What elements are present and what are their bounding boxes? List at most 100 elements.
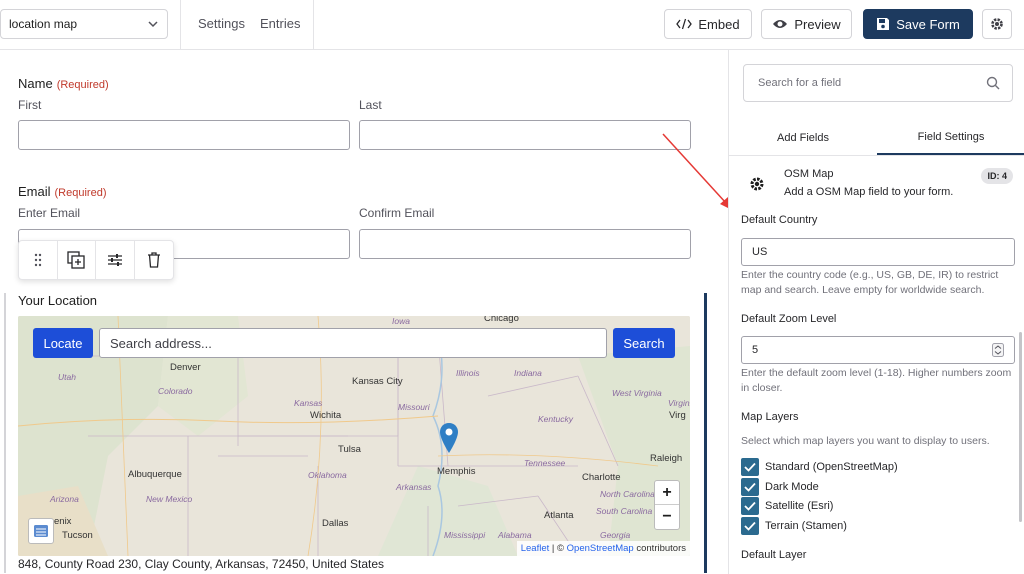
sidebar-scrollbar[interactable]: [1019, 332, 1022, 522]
gear-icon: [750, 177, 764, 191]
map-label: Tennessee: [524, 458, 566, 468]
gear-button[interactable]: [982, 9, 1012, 39]
check-icon: [744, 521, 756, 531]
attrib-contrib: contributors: [633, 543, 686, 554]
map-layers-help: Select which map layers you want to disp…: [741, 435, 990, 447]
map-label: Illinois: [456, 368, 480, 378]
map-label: Dallas: [322, 518, 349, 529]
osm-map[interactable]: Iowa Chicago Utah Colorado Denver Kansas…: [18, 316, 690, 556]
duplicate-icon: [67, 251, 85, 269]
enter-email-label: Enter Email: [18, 206, 81, 220]
preview-button[interactable]: Preview: [761, 9, 852, 39]
map-label: Raleigh: [650, 453, 683, 464]
field-left-border: [4, 293, 6, 573]
field-id-badge: ID: 4: [981, 168, 1013, 184]
default-country-input[interactable]: US: [741, 238, 1015, 266]
osm-link[interactable]: OpenStreetMap: [567, 543, 634, 554]
save-icon: [877, 18, 890, 30]
map-attribution: Leaflet | © OpenStreetMap contributors: [516, 541, 690, 556]
map-label: Tulsa: [338, 444, 361, 455]
name-field-label: Name (Required): [18, 76, 109, 91]
checkbox-checked[interactable]: [741, 497, 759, 515]
search-icon: [986, 76, 1000, 90]
confirm-email-input[interactable]: [359, 229, 691, 259]
map-label: Colorado: [158, 386, 193, 396]
check-icon: [744, 482, 756, 492]
field-type-desc: Add a OSM Map field to your form.: [784, 186, 954, 198]
layers-button[interactable]: [28, 518, 54, 544]
zoom-control: + −: [654, 480, 680, 530]
map-label: Tucson: [62, 530, 93, 541]
map-label: Denver: [170, 362, 201, 373]
drag-handle[interactable]: [19, 241, 58, 279]
layer-option-dark[interactable]: Dark Mode: [741, 478, 819, 496]
layer-option-standard[interactable]: Standard (OpenStreetMap): [741, 458, 898, 476]
first-name-input[interactable]: [18, 120, 350, 150]
stepper-icon: [992, 343, 1004, 357]
confirm-email-label: Confirm Email: [359, 206, 435, 220]
chevron-down-icon: [148, 21, 158, 28]
checkbox-checked[interactable]: [741, 478, 759, 496]
map-label: Memphis: [437, 466, 476, 477]
layer-label: Standard (OpenStreetMap): [765, 461, 898, 473]
settings-link[interactable]: Settings: [198, 16, 245, 31]
embed-button[interactable]: Embed: [664, 9, 752, 39]
map-label: Arkansas: [396, 482, 432, 492]
map-pin-icon[interactable]: [439, 422, 459, 454]
duplicate-button[interactable]: [58, 241, 96, 279]
field-search-input[interactable]: Search for a field: [743, 64, 1013, 102]
checkbox-checked[interactable]: [741, 517, 759, 535]
layers-icon: [34, 525, 48, 537]
layer-option-satellite[interactable]: Satellite (Esri): [741, 497, 833, 515]
map-label: Virginia: [668, 398, 690, 408]
map-label: Oklahoma: [308, 470, 347, 480]
checkbox-checked[interactable]: [741, 458, 759, 476]
trash-icon: [147, 252, 160, 268]
leaflet-link[interactable]: Leaflet: [521, 543, 550, 554]
save-form-button[interactable]: Save Form: [863, 9, 973, 39]
locate-button[interactable]: Locate: [33, 328, 93, 358]
field-type-name: OSM Map: [784, 168, 834, 180]
map-label: Arizona: [50, 494, 79, 504]
layer-option-terrain[interactable]: Terrain (Stamen): [741, 517, 847, 535]
map-label: Chicago: [484, 316, 519, 324]
divider: [313, 0, 314, 50]
tab-field-settings[interactable]: Field Settings: [877, 120, 1024, 155]
map-label: Missouri: [398, 402, 430, 412]
map-label: Atlanta: [544, 510, 574, 521]
gear-icon: [991, 18, 1003, 30]
drag-dots-icon: [34, 253, 41, 267]
map-label: New Mexico: [146, 494, 193, 504]
map-label: Iowa: [392, 316, 410, 326]
default-country-label: Default Country: [741, 214, 818, 226]
required-marker: (Required): [54, 187, 107, 199]
map-label: North Carolina: [600, 489, 655, 499]
map-label: Georgia: [600, 530, 631, 540]
default-zoom-input[interactable]: 5: [741, 336, 1015, 364]
zoom-in-button[interactable]: +: [655, 481, 679, 505]
top-bar: location map Settings Entries Embed Prev…: [0, 0, 1024, 50]
delete-button[interactable]: [135, 241, 173, 279]
form-canvas: Name (Required) First Last Email (Required…: [0, 50, 728, 574]
map-layers-label: Map Layers: [741, 411, 799, 423]
address-search-input[interactable]: Search address...: [99, 328, 607, 358]
default-zoom-label: Default Zoom Level: [741, 313, 837, 325]
field-toolbar: [18, 240, 174, 280]
zoom-out-button[interactable]: −: [655, 505, 679, 529]
form-select-value: location map: [9, 17, 78, 31]
default-zoom-value: 5: [752, 344, 759, 356]
map-search-button[interactable]: Search: [613, 328, 675, 358]
entries-link[interactable]: Entries: [260, 16, 300, 31]
default-country-value: US: [752, 246, 768, 258]
sliders-icon: [107, 254, 122, 266]
first-name-label: First: [18, 98, 42, 112]
map-label: Alabama: [498, 530, 532, 540]
last-name-input[interactable]: [359, 120, 691, 150]
field-settings-button[interactable]: [96, 241, 135, 279]
resolved-address: 848, County Road 230, Clay County, Arkan…: [18, 557, 384, 571]
tab-add-fields[interactable]: Add Fields: [729, 120, 877, 155]
divider: [180, 0, 181, 50]
form-select[interactable]: location map: [0, 9, 168, 39]
map-label: enix: [54, 516, 72, 527]
map-label: Kansas: [294, 398, 323, 408]
